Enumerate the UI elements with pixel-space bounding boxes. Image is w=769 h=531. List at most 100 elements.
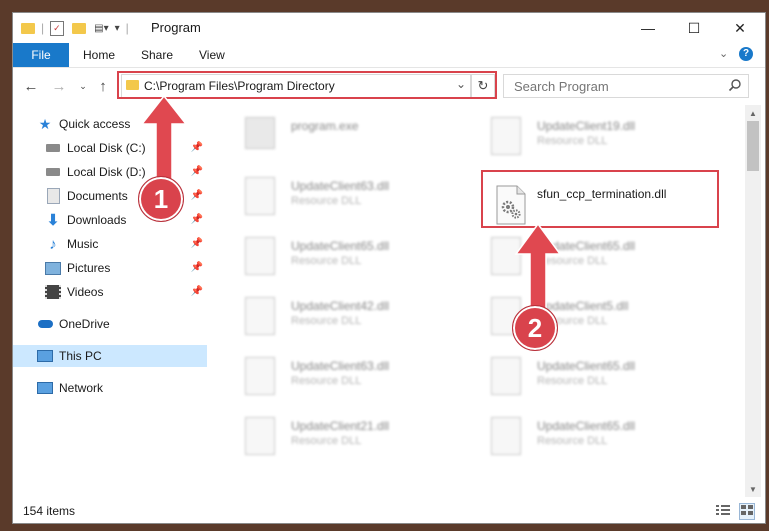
nav-label: Quick access bbox=[59, 117, 131, 131]
close-button[interactable]: ✕ bbox=[717, 13, 763, 43]
file-name: UpdateClient63.dll bbox=[291, 359, 390, 373]
quick-access-toolbar: | ✓ ▤▾ ▾ | bbox=[21, 19, 129, 37]
file-name: UpdateClient65.dll bbox=[537, 359, 636, 373]
dll-icon bbox=[245, 297, 277, 335]
nav-label: This PC bbox=[59, 349, 102, 363]
nav-item-music[interactable]: ♪ Music 📌 bbox=[13, 233, 207, 255]
properties-icon[interactable]: ✓ bbox=[50, 20, 65, 36]
music-icon: ♪ bbox=[49, 235, 57, 253]
nav-label: Local Disk (C:) bbox=[67, 141, 146, 155]
file-item[interactable]: UpdateClient42.dll Resource DLL bbox=[245, 293, 475, 339]
file-type: Resource DLL bbox=[291, 435, 362, 447]
vertical-scrollbar[interactable]: ▲ ▼ bbox=[745, 105, 761, 497]
file-item[interactable]: UpdateClient21.dll Resource DLL bbox=[245, 413, 475, 459]
pin-icon[interactable]: 📌 bbox=[191, 214, 203, 225]
tab-file[interactable]: File bbox=[13, 43, 69, 67]
details-view-icon[interactable] bbox=[715, 503, 731, 520]
file-type: Resource DLL bbox=[291, 375, 362, 387]
file-item[interactable]: UpdateClient63.dll Resource DLL bbox=[245, 173, 475, 219]
expand-ribbon-icon[interactable]: ⌄ bbox=[719, 47, 728, 60]
file-type: Resource DLL bbox=[291, 195, 362, 207]
nav-label: Videos bbox=[67, 285, 104, 299]
file-type: Resource DLL bbox=[537, 435, 608, 447]
computer-icon bbox=[37, 348, 53, 364]
scroll-down-icon[interactable]: ▼ bbox=[745, 481, 761, 497]
file-type: Resource DLL bbox=[537, 135, 608, 147]
nav-label: Network bbox=[59, 381, 104, 395]
dll-icon bbox=[491, 117, 523, 155]
back-button[interactable]: ← bbox=[21, 76, 41, 96]
file-item[interactable]: UpdateClient19.dll Resource DLL bbox=[491, 113, 721, 159]
item-count: 154 items bbox=[23, 504, 76, 518]
address-row: ← → ⌄ ↑ C:\Program Files\Program Directo… bbox=[13, 68, 765, 104]
file-type: Resource DLL bbox=[537, 375, 608, 387]
file-item[interactable]: program.exe bbox=[245, 113, 475, 159]
nav-onedrive[interactable]: OneDrive bbox=[13, 313, 207, 335]
film-icon bbox=[45, 284, 61, 300]
network-icon bbox=[37, 380, 53, 396]
address-highlight-box bbox=[117, 71, 497, 99]
drive-icon bbox=[45, 140, 61, 156]
scroll-up-icon[interactable]: ▲ bbox=[745, 105, 761, 121]
file-item[interactable]: UpdateClient65.dll Resource DLL bbox=[245, 233, 475, 279]
scrollbar-thumb[interactable] bbox=[747, 121, 759, 171]
file-type: Resource DLL bbox=[291, 315, 362, 327]
folder-icon[interactable] bbox=[21, 22, 35, 34]
search-icon[interactable] bbox=[728, 78, 742, 95]
nav-item-pictures[interactable]: Pictures 📌 bbox=[13, 257, 207, 279]
dll-icon bbox=[491, 357, 523, 395]
pin-icon[interactable]: 📌 bbox=[191, 262, 203, 273]
file-name: UpdateClient65.dll bbox=[291, 239, 390, 253]
pin-icon[interactable]: 📌 bbox=[191, 286, 203, 297]
tiles-view-icon[interactable] bbox=[739, 503, 755, 520]
dll-icon bbox=[245, 177, 277, 215]
cloud-icon bbox=[37, 316, 53, 332]
search-box[interactable] bbox=[503, 74, 749, 98]
drive-icon bbox=[45, 164, 61, 180]
tab-view[interactable]: View bbox=[185, 43, 239, 67]
pictures-icon bbox=[45, 260, 61, 276]
nav-label: Music bbox=[67, 237, 99, 251]
nav-label: Documents bbox=[67, 189, 128, 203]
nav-this-pc[interactable]: This PC bbox=[13, 345, 207, 367]
dll-icon bbox=[245, 417, 277, 455]
help-icon[interactable]: ? bbox=[739, 47, 753, 61]
file-item[interactable]: UpdateClient63.dll Resource DLL bbox=[245, 353, 475, 399]
step-2-badge: 2 bbox=[512, 305, 558, 351]
nav-label: Local Disk (D:) bbox=[67, 165, 146, 179]
recent-locations-icon[interactable]: ⌄ bbox=[73, 76, 93, 96]
dll-icon bbox=[245, 237, 277, 275]
dll-icon bbox=[245, 357, 277, 395]
minimize-button[interactable]: — bbox=[625, 13, 671, 43]
chevron-down-icon[interactable]: ▾ bbox=[115, 23, 120, 34]
file-highlight-box bbox=[481, 170, 719, 228]
file-name: UpdateClient19.dll bbox=[537, 119, 636, 133]
forward-button[interactable]: → bbox=[49, 76, 69, 96]
file-item[interactable]: UpdateClient65.dll Resource DLL bbox=[491, 353, 721, 399]
file-item[interactable]: UpdateClient65.dll Resource DLL bbox=[491, 413, 721, 459]
star-icon: ★ bbox=[38, 115, 52, 132]
nav-item-videos[interactable]: Videos 📌 bbox=[13, 281, 207, 303]
dll-icon bbox=[491, 417, 523, 455]
search-input[interactable] bbox=[512, 78, 716, 95]
new-folder-icon[interactable] bbox=[72, 22, 87, 34]
nav-label: OneDrive bbox=[59, 317, 110, 331]
ribbon: File Home Share View ⌄ ? bbox=[13, 43, 765, 68]
tab-home[interactable]: Home bbox=[69, 43, 129, 67]
step-1-badge: 1 bbox=[138, 176, 184, 222]
up-button[interactable]: ↑ bbox=[93, 76, 113, 96]
file-name: UpdateClient65.dll bbox=[537, 419, 636, 433]
exe-icon bbox=[245, 117, 277, 155]
file-list: program.exe UpdateClient63.dll Resource … bbox=[221, 105, 741, 497]
file-name: program.exe bbox=[291, 119, 359, 133]
pin-icon[interactable]: 📌 bbox=[191, 238, 203, 249]
file-name: UpdateClient42.dll bbox=[291, 299, 390, 313]
customize-toolbar-icon[interactable]: ▤▾ bbox=[94, 23, 108, 34]
document-icon bbox=[45, 188, 61, 204]
title-bar: | ✓ ▤▾ ▾ | Program — ☐ ✕ bbox=[13, 13, 765, 43]
window-title: Program bbox=[151, 20, 201, 35]
maximize-button[interactable]: ☐ bbox=[671, 13, 717, 43]
nav-label: Pictures bbox=[67, 261, 111, 275]
nav-network[interactable]: Network bbox=[13, 377, 207, 399]
tab-share[interactable]: Share bbox=[127, 43, 187, 67]
